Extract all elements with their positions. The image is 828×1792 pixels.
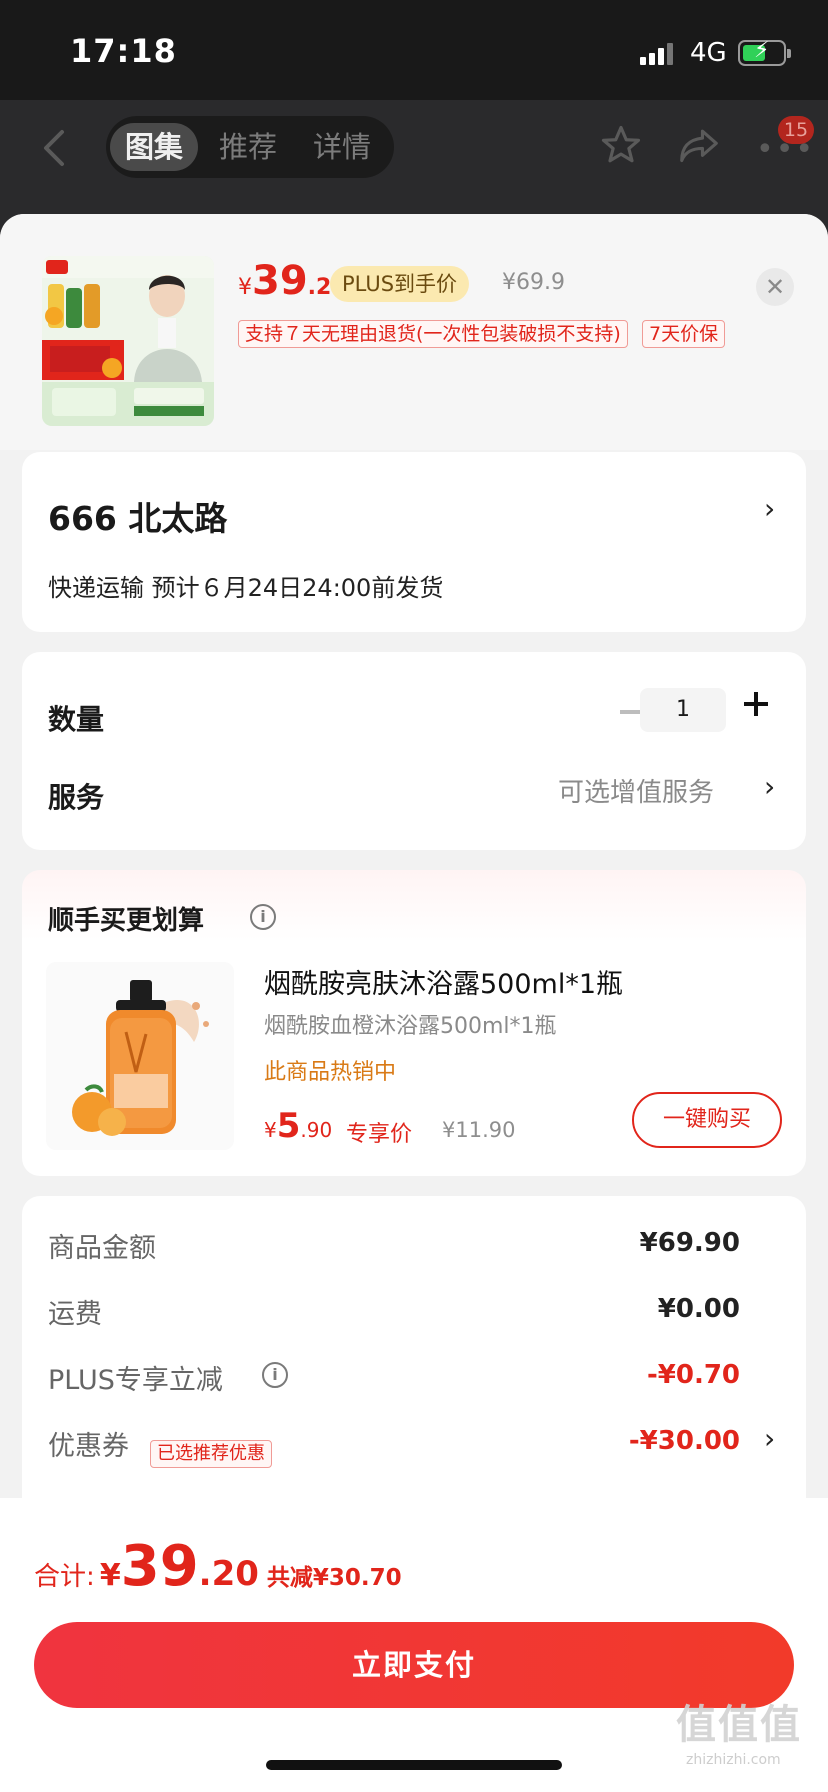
plus-discount-value: -¥0.70	[646, 1360, 740, 1390]
watermark: 值值值	[676, 1702, 802, 1748]
coupon-value[interactable]: -¥30.00	[629, 1426, 740, 1456]
total-saving: 共减¥30.70	[266, 1565, 402, 1591]
tab-switcher: 图集 推荐 详情	[106, 116, 394, 178]
deal-price: ¥5.90	[264, 1106, 333, 1146]
goods-amount-label: 商品金额	[48, 1233, 156, 1264]
deal-product-image[interactable]	[46, 962, 234, 1150]
return-policy-tag: 支持７天无理由退货(一次性包装破损不支持)	[238, 320, 628, 348]
info-icon[interactable]: i	[250, 904, 276, 930]
back-arrow-icon[interactable]	[40, 128, 70, 168]
add-on-deal-card: 顺手买更划算 i 烟酰胺亮肤沐浴露500ml*1瓶 烟酰胺血橙沐浴露500ml*…	[22, 870, 806, 1176]
one-click-buy-button[interactable]: 一键购买	[632, 1092, 782, 1148]
chevron-right-icon[interactable]: ›	[764, 1422, 775, 1455]
chevron-right-icon[interactable]: ›	[764, 770, 775, 803]
order-sheet: ¥39.2 PLUS到手价 ¥69.9 ✕ 支持７天无理由退货(一次性包装破损不…	[0, 214, 828, 1792]
total-price: 合计: ¥39.20 共减¥30.70	[34, 1534, 402, 1599]
address-line: 666 北太路	[48, 499, 228, 538]
deal-product-variant: 烟酰胺血橙沐浴露500ml*1瓶	[264, 1014, 557, 1039]
status-bar: 17:18 4G ⚡	[0, 0, 828, 100]
product-header: ¥39.2 PLUS到手价 ¥69.9 ✕ 支持７天无理由退货(一次性包装破损不…	[0, 214, 828, 450]
chevron-right-icon: ›	[764, 492, 776, 525]
shipping-fee-value: ¥0.00	[657, 1294, 740, 1324]
address-card[interactable]: 666 北太路 快递运输 预计６月24日24:00前发货 ›	[22, 452, 806, 632]
goods-amount-value: ¥69.90	[639, 1228, 740, 1258]
coupon-label: 优惠券	[48, 1431, 129, 1462]
plus-icon[interactable]	[742, 690, 770, 718]
home-indicator	[266, 1760, 562, 1770]
product-thumbnail	[42, 256, 214, 426]
network-type: 4G	[690, 38, 727, 68]
service-label: 服务	[48, 781, 105, 814]
plus-price-tag: PLUS到手价	[330, 266, 470, 302]
original-price: ¥69.9	[502, 270, 565, 295]
quantity-service-card: 数量 1 服务 可选增值服务 ›	[22, 652, 806, 850]
hot-sale-label: 此商品热销中	[264, 1060, 397, 1085]
share-icon[interactable]	[678, 126, 720, 164]
deal-product-name[interactable]: 烟酰胺亮肤沐浴露500ml*1瓶	[264, 962, 623, 1001]
tab-gallery[interactable]: 图集	[110, 123, 198, 171]
checkout-footer: 合计: ¥39.20 共减¥30.70 立即支付 值值值 zhizhizhi.co…	[0, 1498, 828, 1792]
plus-discount-label: PLUS专享立减	[48, 1365, 223, 1396]
star-icon[interactable]	[600, 124, 642, 166]
price-protect-tag: 7天价保	[642, 320, 726, 348]
status-time: 17:18	[70, 32, 177, 70]
current-price: ¥39.2	[238, 258, 332, 304]
message-badge: 15	[778, 116, 814, 144]
deal-original-price: ¥11.90	[442, 1118, 516, 1142]
battery-icon: ⚡	[738, 38, 791, 66]
quantity-label: 数量	[48, 703, 105, 736]
exclusive-price-label: 专享价	[346, 1122, 413, 1147]
coupon-selected-tag: 已选推荐优惠	[150, 1440, 272, 1468]
service-value[interactable]: 可选增值服务	[558, 772, 714, 809]
shipping-info: 快递运输 预计６月24日24:00前发货	[48, 574, 444, 602]
tab-recommend[interactable]: 推荐	[204, 123, 292, 171]
shipping-fee-label: 运费	[48, 1299, 102, 1330]
tab-details[interactable]: 详情	[298, 123, 386, 171]
close-icon[interactable]: ✕	[756, 268, 794, 306]
info-icon[interactable]: i	[262, 1362, 288, 1388]
deal-title: 顺手买更划算	[48, 906, 205, 936]
watermark-url: zhizhizhi.com	[686, 1752, 781, 1768]
signal-icon	[640, 43, 676, 65]
quantity-stepper[interactable]: 1	[640, 688, 726, 732]
